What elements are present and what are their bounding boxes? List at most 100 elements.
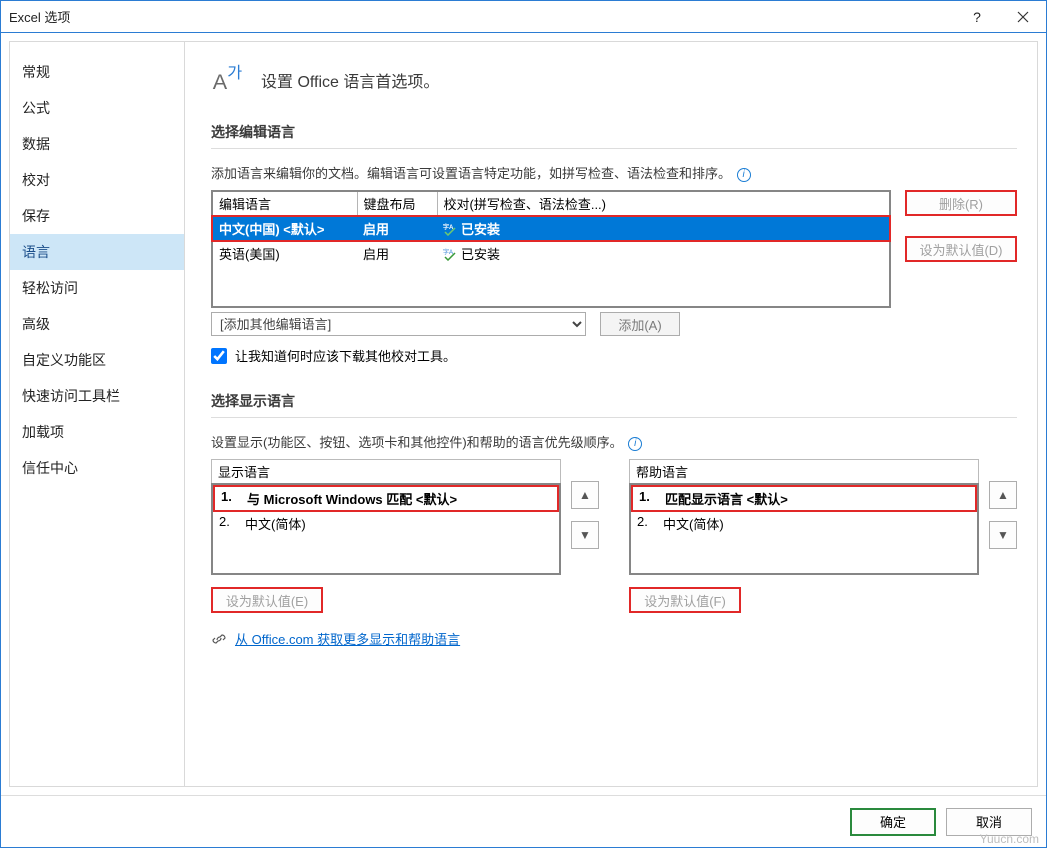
edit-language-container: 编辑语言 键盘布局 校对(拼写检查、语法检查...) 中文(中国) <默认> 启…: [211, 190, 1017, 336]
cell-lang: 中文(中国) <默认>: [212, 216, 357, 241]
cell-keyboard: 启用: [357, 241, 437, 265]
section-display-title: 选择显示语言: [211, 391, 1017, 418]
proof-label: 已安装: [461, 219, 500, 238]
list-item[interactable]: 1.与 Microsoft Windows 匹配 <默认>: [213, 485, 559, 512]
office-link[interactable]: 从 Office.com 获取更多显示和帮助语言: [235, 629, 460, 648]
cell-proof: 字A 已安装: [437, 216, 890, 241]
content: A 가 设置 Office 语言首选项。 选择编辑语言 添加语言来编辑你的文档。…: [185, 41, 1038, 787]
col-edit-lang: 编辑语言: [212, 191, 357, 216]
page-header: A 가 设置 Office 语言首选项。: [211, 62, 1017, 98]
page-title: 设置 Office 语言首选项。: [261, 68, 439, 92]
language-icon: A 가: [211, 62, 247, 98]
sidebar-item-trust[interactable]: 信任中心: [10, 450, 184, 486]
section-display-desc-text: 设置显示(功能区、按钮、选项卡和其他控件)和帮助的语言优先级顺序。: [211, 435, 623, 450]
table-row[interactable]: 英语(美国) 启用 字A 已安装: [212, 241, 890, 265]
num: 2.: [637, 514, 663, 533]
remove-button[interactable]: 删除(R): [905, 190, 1017, 216]
move-up-button[interactable]: ▲: [989, 481, 1017, 509]
svg-text:A: A: [213, 69, 228, 94]
move-down-button[interactable]: ▼: [989, 521, 1017, 549]
footer: 确定 取消 Yuucn.com: [1, 795, 1046, 847]
display-arrows: ▲ ▼: [571, 481, 599, 613]
list-item[interactable]: 2.中文(简体): [213, 512, 559, 535]
list-item[interactable]: 1.匹配显示语言 <默认>: [631, 485, 977, 512]
sidebar: 常规 公式 数据 校对 保存 语言 轻松访问 高级 自定义功能区 快速访问工具栏…: [9, 41, 185, 787]
display-set-default-button[interactable]: 设为默认值(E): [211, 587, 323, 613]
sidebar-item-proofing[interactable]: 校对: [10, 162, 184, 198]
info-icon[interactable]: i: [628, 437, 642, 451]
table-row[interactable]: 中文(中国) <默认> 启用 字A 已安装: [212, 216, 890, 241]
move-down-button[interactable]: ▼: [571, 521, 599, 549]
table-row-empty: [212, 265, 890, 307]
close-button[interactable]: [1000, 1, 1046, 32]
item-text: 中文(简体): [663, 514, 724, 533]
proofing-icon: 字A: [443, 247, 457, 261]
item-text: 匹配显示语言 <默认>: [665, 489, 788, 508]
display-list-col: 显示语言 1.与 Microsoft Windows 匹配 <默认> 2.中文(…: [211, 459, 561, 613]
sidebar-item-general[interactable]: 常规: [10, 54, 184, 90]
add-language-select[interactable]: [添加其他编辑语言]: [211, 312, 586, 336]
sidebar-item-ease[interactable]: 轻松访问: [10, 270, 184, 306]
move-up-button[interactable]: ▲: [571, 481, 599, 509]
num: 2.: [219, 514, 245, 533]
cell-lang: 英语(美国): [212, 241, 357, 265]
svg-text:가: 가: [227, 64, 242, 82]
section-edit-desc-text: 添加语言来编辑你的文档。编辑语言可设置语言特定功能，如拼写检查、语法检查和排序。: [211, 166, 731, 181]
sidebar-item-advanced[interactable]: 高级: [10, 306, 184, 342]
download-checkbox[interactable]: [211, 348, 227, 364]
help-list-col: 帮助语言 1.匹配显示语言 <默认> 2.中文(简体) 设为默认值(F): [629, 459, 979, 613]
link-icon: [211, 631, 227, 647]
list-item[interactable]: 2.中文(简体): [631, 512, 977, 535]
col-keyboard: 键盘布局: [357, 191, 437, 216]
display-list-box[interactable]: 1.与 Microsoft Windows 匹配 <默认> 2.中文(简体): [211, 483, 561, 575]
display-columns: 显示语言 1.与 Microsoft Windows 匹配 <默认> 2.中文(…: [211, 459, 1017, 613]
section-edit-desc: 添加语言来编辑你的文档。编辑语言可设置语言特定功能，如拼写检查、语法检查和排序。…: [211, 163, 1017, 182]
edit-language-table[interactable]: 编辑语言 键盘布局 校对(拼写检查、语法检查...) 中文(中国) <默认> 启…: [211, 190, 891, 308]
num: 1.: [221, 489, 247, 508]
set-default-button[interactable]: 设为默认值(D): [905, 236, 1017, 262]
num: 1.: [639, 489, 665, 508]
download-checkbox-label: 让我知道何时应该下载其他校对工具。: [235, 346, 456, 365]
display-language-col: 显示语言 1.与 Microsoft Windows 匹配 <默认> 2.中文(…: [211, 459, 599, 613]
proofing-icon: 字A: [443, 222, 457, 236]
ok-button[interactable]: 确定: [850, 808, 936, 836]
sidebar-item-customize-ribbon[interactable]: 自定义功能区: [10, 342, 184, 378]
col-proofing: 校对(拼写检查、语法检查...): [437, 191, 890, 216]
edit-language-table-wrap: 编辑语言 键盘布局 校对(拼写检查、语法检查...) 中文(中国) <默认> 启…: [211, 190, 891, 336]
item-text: 中文(简体): [245, 514, 306, 533]
add-button[interactable]: 添加(A): [600, 312, 680, 336]
proof-label: 已安装: [461, 244, 500, 263]
section-display-desc: 设置显示(功能区、按钮、选项卡和其他控件)和帮助的语言优先级顺序。 i: [211, 432, 1017, 451]
svg-text:字A: 字A: [443, 248, 453, 256]
sidebar-item-formulas[interactable]: 公式: [10, 90, 184, 126]
table-header-row: 编辑语言 键盘布局 校对(拼写检查、语法检查...): [212, 191, 890, 216]
close-icon: [1017, 11, 1029, 23]
sidebar-item-save[interactable]: 保存: [10, 198, 184, 234]
help-list-header: 帮助语言: [629, 459, 979, 483]
help-button[interactable]: ?: [954, 1, 1000, 32]
info-icon[interactable]: i: [737, 168, 751, 182]
options-window: Excel 选项 ? 常规 公式 数据 校对 保存 语言 轻松访问 高级 自定义…: [0, 0, 1047, 848]
titlebar: Excel 选项 ?: [1, 1, 1046, 33]
download-checkbox-row: 让我知道何时应该下载其他校对工具。: [211, 346, 1017, 365]
item-text: 与 Microsoft Windows 匹配 <默认>: [247, 489, 457, 508]
help-list-box[interactable]: 1.匹配显示语言 <默认> 2.中文(简体): [629, 483, 979, 575]
help-arrows: ▲ ▼: [989, 481, 1017, 613]
sidebar-item-language[interactable]: 语言: [10, 234, 184, 270]
display-list-header: 显示语言: [211, 459, 561, 483]
help-set-default-button[interactable]: 设为默认值(F): [629, 587, 741, 613]
add-language-row: [添加其他编辑语言] 添加(A): [211, 312, 891, 336]
body: 常规 公式 数据 校对 保存 语言 轻松访问 高级 自定义功能区 快速访问工具栏…: [1, 33, 1046, 795]
cell-proof: 字A 已安装: [437, 241, 890, 265]
window-title: Excel 选项: [9, 7, 70, 26]
office-link-row: 从 Office.com 获取更多显示和帮助语言: [211, 629, 1017, 648]
help-language-col: 帮助语言 1.匹配显示语言 <默认> 2.中文(简体) 设为默认值(F) ▲ ▼: [629, 459, 1017, 613]
sidebar-item-addins[interactable]: 加载项: [10, 414, 184, 450]
sidebar-item-quick-access[interactable]: 快速访问工具栏: [10, 378, 184, 414]
sidebar-item-data[interactable]: 数据: [10, 126, 184, 162]
edit-side-buttons: 删除(R) 设为默认值(D): [905, 190, 1017, 336]
section-edit-title: 选择编辑语言: [211, 122, 1017, 149]
cancel-button[interactable]: 取消: [946, 808, 1032, 836]
title-buttons: ?: [954, 1, 1046, 32]
cell-keyboard: 启用: [357, 216, 437, 241]
